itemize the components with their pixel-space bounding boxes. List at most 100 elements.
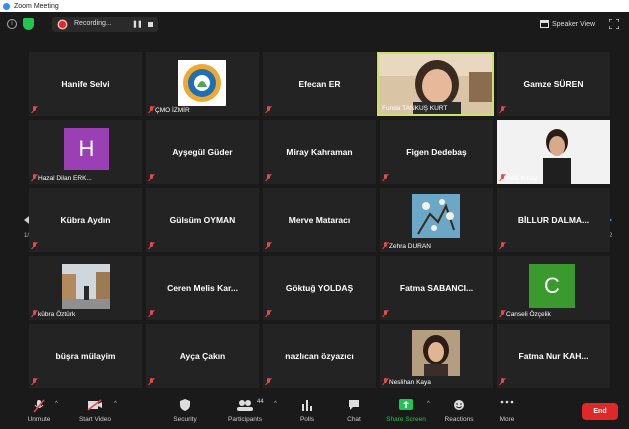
participant-tile[interactable]: BİLLUR DALMA... — [497, 188, 610, 252]
participant-name: Göktuğ YOLDAŞ — [285, 283, 354, 293]
share-options-caret[interactable]: ^ — [427, 401, 430, 407]
end-meeting-button[interactable]: End — [582, 403, 618, 420]
participant-tile[interactable]: Efecan ER — [263, 52, 376, 116]
participant-label: Hazal Dilan ERK... — [38, 175, 92, 182]
muted-mic-icon — [500, 378, 506, 385]
participant-name: Hanife Selvi — [61, 79, 110, 89]
participant-tile[interactable]: Neslihan Kaya — [380, 324, 493, 388]
participant-label: Zehra DURAN — [389, 243, 431, 250]
muted-mic-icon — [266, 310, 272, 317]
participant-name: Kübra Aydın — [60, 215, 111, 225]
participant-tile[interactable]: Hanife Selvi — [29, 52, 142, 116]
participant-label: Funda TANKUŞ KURT — [382, 105, 448, 112]
muted-mic-icon — [32, 106, 38, 113]
participant-tile[interactable]: kübra Öztürk — [29, 256, 142, 320]
window-titlebar: Zoom Meeting — [0, 0, 629, 12]
participant-tile[interactable]: Miray Kahraman — [263, 120, 376, 184]
avatar: H — [64, 128, 109, 170]
video-options-caret[interactable]: ^ — [114, 401, 117, 407]
profile-picture — [412, 330, 460, 376]
muted-mic-icon — [32, 378, 38, 385]
shield-icon[interactable] — [23, 18, 34, 30]
start-video-label: Start Video — [78, 416, 112, 423]
participant-tile[interactable]: Ceren Melis Kar... — [146, 256, 259, 320]
participant-label: ÇMO İZMİR — [155, 107, 190, 114]
participant-name: Figen Dedebaş — [406, 147, 467, 157]
recording-indicator: Recording... ❚❚ — [52, 17, 158, 32]
muted-mic-icon — [500, 242, 506, 249]
participant-tile[interactable]: C Canseli Özçelik — [497, 256, 610, 320]
participant-tile[interactable]: Gamze SÜREN — [497, 52, 610, 116]
participant-tile[interactable]: Fatma SABANCI... — [380, 256, 493, 320]
pause-recording-button[interactable]: ❚❚ — [132, 20, 143, 28]
polls-icon — [302, 400, 312, 411]
chat-icon — [349, 400, 359, 410]
participant-tile[interactable]: nazlıcan özyazıcı — [263, 324, 376, 388]
participant-name: Miray Kahraman — [286, 147, 353, 157]
participant-tile[interactable]: Fatma Nur KAH... — [497, 324, 610, 388]
meeting-toolbar: Unmute ^ Start Video ^ Security 44 Parti… — [0, 395, 629, 429]
participant-tile[interactable]: büşra mülayim — [29, 324, 142, 388]
participant-name: Ceren Melis Kar... — [167, 283, 238, 293]
participant-tile[interactable]: Gülsüm OYMAN — [146, 188, 259, 252]
muted-mic-icon — [383, 310, 389, 317]
participant-name: Ayça Çakın — [179, 351, 226, 361]
info-icon[interactable]: i — [7, 19, 17, 29]
share-screen-label: Share Screen — [386, 416, 426, 423]
gallery-grid: Hanife Selvi ÇMO İZMİR Efecan ER Funda T… — [29, 52, 610, 388]
participant-name: nazlıcan özyazıcı — [285, 351, 354, 361]
muted-mic-icon — [149, 242, 155, 249]
participant-tile[interactable]: Göktuğ YOLDAŞ — [263, 256, 376, 320]
muted-mic-icon — [149, 310, 155, 317]
participant-name: Fatma SABANCI... — [399, 283, 474, 293]
muted-mic-icon — [383, 174, 389, 181]
unmute-label: Unmute — [27, 416, 51, 423]
participant-tile[interactable]: ÇMO İZMİR — [146, 52, 259, 116]
muted-mic-icon — [266, 242, 272, 249]
participant-tile-active-speaker[interactable]: Funda TANKUŞ KURT — [377, 52, 494, 116]
participant-name: büşra mülayim — [55, 351, 116, 361]
audio-options-caret[interactable]: ^ — [55, 401, 58, 407]
profile-picture — [412, 194, 460, 238]
speaker-view-label: Speaker View — [552, 20, 596, 28]
participant-name: BİLLUR DALMA... — [517, 215, 590, 225]
muted-mic-icon — [266, 174, 272, 181]
participant-name: Efecan ER — [298, 79, 341, 89]
record-dot-icon — [59, 21, 66, 28]
participant-label: Neslihan Kaya — [389, 379, 431, 386]
muted-mic-icon — [266, 378, 272, 385]
participant-name: Ayşegül Güder — [172, 147, 233, 157]
participant-tile[interactable]: Ayça Çakın — [146, 324, 259, 388]
chat-label: Chat — [347, 416, 361, 423]
stop-recording-button[interactable] — [148, 22, 153, 27]
participants-icon — [237, 400, 253, 411]
participant-label: Canseli Özçelik — [506, 311, 551, 318]
participant-tile[interactable]: Figen Dedebaş — [380, 120, 493, 184]
muted-mic-icon — [149, 378, 155, 385]
participant-tile[interactable]: H Hazal Dilan ERK... — [29, 120, 142, 184]
speaker-view-button[interactable]: Speaker View — [540, 18, 595, 30]
participant-tile[interactable]: Merve Mataracı — [263, 188, 376, 252]
shield-icon — [180, 399, 190, 411]
organization-logo — [178, 60, 226, 106]
participant-label: Helil Kınay — [506, 175, 538, 182]
fullscreen-icon[interactable] — [609, 19, 619, 29]
participant-name: Gamze SÜREN — [523, 79, 584, 89]
muted-mic-icon — [500, 106, 506, 113]
participant-tile[interactable]: Zehra DURAN — [380, 188, 493, 252]
participant-tile[interactable]: Kübra Aydın — [29, 188, 142, 252]
participants-count: 44 — [257, 399, 264, 405]
participants-options-caret[interactable]: ^ — [274, 401, 277, 407]
participant-tile[interactable]: Ayşegül Güder — [146, 120, 259, 184]
meeting-topbar: i Recording... ❚❚ Speaker View — [0, 12, 629, 38]
participants-label: Participants — [228, 416, 262, 423]
microphone-muted-icon — [33, 399, 45, 413]
reactions-label: Reactions — [444, 416, 474, 423]
share-screen-icon — [399, 399, 413, 410]
recording-label: Recording... — [74, 20, 112, 27]
participant-name: Fatma Nur KAH... — [518, 351, 589, 361]
security-label: Security — [173, 416, 197, 423]
more-label: More — [499, 416, 515, 423]
participant-tile[interactable]: Helil Kınay — [497, 120, 610, 184]
profile-picture — [62, 264, 110, 309]
